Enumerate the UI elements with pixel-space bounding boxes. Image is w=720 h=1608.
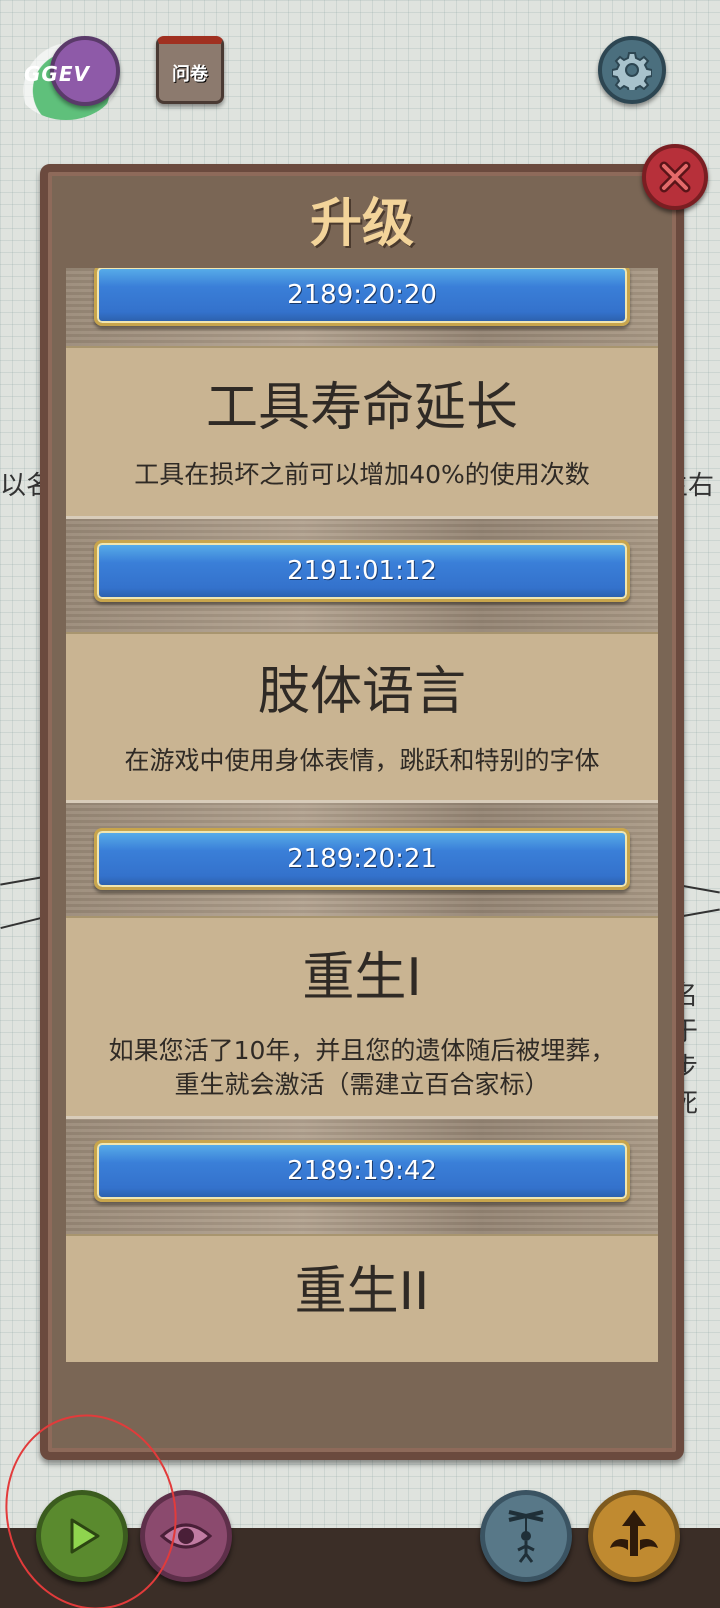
upgrade-timer-button[interactable]: 2189:20:20: [94, 268, 630, 326]
background-line-right: [680, 884, 720, 894]
survey-button[interactable]: 问卷: [156, 36, 224, 104]
upgrade-description: 如果您活了10年，并且您的遗体随后被埋葬，: [108, 1036, 616, 1065]
upgrade-timer-button[interactable]: 2191:01:12: [94, 540, 630, 602]
background-line-left-2: [0, 916, 42, 930]
upgrade-title: 工具寿命延长: [205, 378, 518, 438]
gear-icon: [612, 52, 652, 90]
upgrade-arrow-icon: [610, 1510, 658, 1556]
close-icon: [659, 161, 691, 193]
settings-button[interactable]: [598, 36, 666, 104]
close-button[interactable]: [642, 144, 708, 210]
upgrade-timer-button[interactable]: 2189:19:42: [94, 1140, 630, 1202]
upgrade-description: 在游戏中使用身体表情，跳跃和特别的字体: [124, 746, 600, 775]
upgrade-panel: 升级 2189:20:20 工具寿命延长 工具在损坏之前可以增加40%的使用次数…: [40, 164, 684, 1460]
upgrade-timer-button[interactable]: 2189:20:21: [94, 828, 630, 890]
background-line-left: [0, 876, 42, 886]
puppet-button[interactable]: [480, 1490, 572, 1582]
upgrade-button[interactable]: [588, 1490, 680, 1582]
upgrade-title: 重生II: [294, 1262, 430, 1322]
list-item: 重生II: [66, 1234, 658, 1362]
puppet-icon: [508, 1510, 544, 1563]
list-item: 肢体语言 在游戏中使用身体表情，跳跃和特别的字体: [66, 632, 658, 800]
upgrade-description: 工具在损坏之前可以增加40%的使用次数: [134, 460, 590, 489]
upgrade-description: 重生就会激活（需建立百合家标）: [174, 1070, 550, 1099]
list-item: 重生I 如果您活了10年，并且您的遗体随后被埋葬， 重生就会激活（需建立百合家标…: [66, 916, 658, 1116]
upgrade-list[interactable]: 2189:20:20 工具寿命延长 工具在损坏之前可以增加40%的使用次数 21…: [66, 268, 658, 1362]
list-item: 工具寿命延长 工具在损坏之前可以增加40%的使用次数: [66, 346, 658, 516]
panel-title: 升级: [309, 194, 414, 254]
upgrade-title: 重生I: [302, 948, 422, 1008]
upgrade-title: 肢体语言: [257, 662, 466, 722]
logo-text: GGEV: [24, 62, 90, 86]
background-line-right-2: [680, 908, 720, 918]
